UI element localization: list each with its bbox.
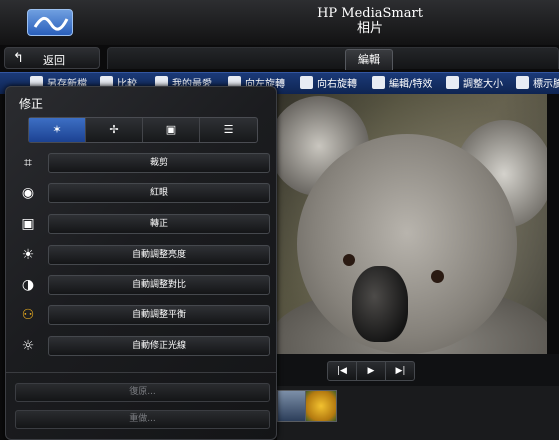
auto-balance-button[interactable]: 自動調整平衡	[48, 305, 270, 325]
first-icon[interactable]: |◀	[328, 362, 357, 380]
toolbar-label: 標示臉	[533, 79, 559, 90]
redo-button[interactable]: 重做...	[15, 410, 270, 429]
play-icon[interactable]: ▶	[357, 362, 386, 380]
wand-icon[interactable]: ✶	[29, 118, 86, 142]
toolbar-label: 編輯/特效	[389, 79, 433, 90]
toolbar-resize[interactable]: 調整大小	[446, 76, 503, 92]
koala-eye-right	[431, 270, 444, 283]
list-icon[interactable]: ☰	[200, 118, 257, 142]
tab-strip	[107, 47, 559, 69]
koala-nose	[352, 266, 408, 342]
back-arrow-icon: ↰	[13, 51, 24, 66]
app-title-line1: HP MediaSmart	[317, 6, 423, 21]
contrast-icon: ◑	[21, 277, 35, 293]
sun-icon: ☀	[21, 247, 35, 263]
toolbar-rotate-right[interactable]: 向右旋轉	[300, 76, 357, 92]
fix-panel: 修正 ✶ ✢ ▣ ☰ ⌗ 裁剪 ◉ 紅眼 ▣ 轉正 ☀ 自動調整亮度 ◑ 自動調…	[5, 86, 277, 440]
back-button[interactable]: ↰ 返回	[4, 47, 100, 69]
red-eye-button[interactable]: 紅眼	[48, 183, 270, 203]
rotate-right-icon	[300, 76, 313, 89]
panel-divider	[6, 372, 276, 373]
frame-icon[interactable]: ▣	[143, 118, 200, 142]
panel-title: 修正	[19, 97, 44, 111]
tab-edit[interactable]: 編輯	[345, 49, 393, 70]
crop-icon: ⌗	[24, 155, 32, 171]
title-bar: HP MediaSmart 相片	[0, 0, 559, 45]
app-title-line2: 相片	[356, 21, 383, 36]
viewer-nav-bar	[277, 354, 559, 386]
thumbnail-strip	[277, 386, 559, 440]
auto-light-button[interactable]: 自動修正光線	[48, 336, 270, 356]
crop-adjust-icon[interactable]: ✢	[86, 118, 143, 142]
auto-brightness-button[interactable]: 自動調整亮度	[48, 245, 270, 265]
straighten-button[interactable]: 轉正	[48, 214, 270, 234]
toolbar-label: 調整大小	[463, 79, 503, 90]
back-label: 返回	[43, 54, 65, 67]
toolbar-face-tag[interactable]: 標示臉	[516, 76, 559, 92]
app-title: HP MediaSmart 相片	[300, 6, 440, 36]
face-tag-icon	[516, 76, 529, 89]
wave-logo-icon[interactable]	[27, 9, 73, 36]
wand-icon	[372, 76, 385, 89]
light-icon: ☼	[21, 338, 35, 354]
people-icon: ⚇	[21, 307, 35, 323]
koala-eye-left	[343, 254, 355, 266]
resize-icon	[446, 76, 459, 89]
last-icon[interactable]: ▶|	[386, 362, 415, 380]
eye-icon: ◉	[21, 185, 35, 201]
restore-button[interactable]: 復原...	[15, 383, 270, 402]
mediasmart-window: HP MediaSmart 相片 ↰ 返回 編輯 另存新檔 比較 我的最愛 向左…	[0, 0, 559, 440]
photo-viewer[interactable]	[277, 94, 547, 354]
toolbar-edit-effects[interactable]: 編輯/特效	[372, 76, 432, 92]
mode-tabs: ✶ ✢ ▣ ☰	[28, 117, 258, 143]
auto-contrast-button[interactable]: 自動調整對比	[48, 275, 270, 295]
toolbar-label: 向右旋轉	[317, 79, 357, 90]
playback-controls: |◀ ▶ ▶|	[327, 361, 415, 381]
thumbnail-flowers[interactable]	[305, 390, 337, 422]
koala-head	[297, 134, 517, 354]
portrait-icon: ▣	[21, 216, 35, 232]
crop-button[interactable]: 裁剪	[48, 153, 270, 173]
